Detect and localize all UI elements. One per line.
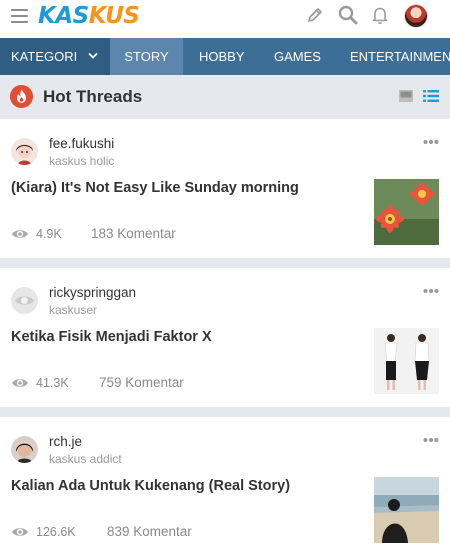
- thread-title[interactable]: (Kiara) It's Not Easy Like Sunday mornin…: [11, 179, 361, 198]
- thread-card[interactable]: fee.fukushi kaskus holic (Kiara) It's No…: [0, 119, 450, 258]
- thread-thumbnail[interactable]: [374, 328, 439, 394]
- thread-thumbnail[interactable]: [374, 477, 439, 543]
- author-rank: kaskus holic: [49, 154, 115, 168]
- section-title: Hot Threads: [43, 87, 143, 106]
- avatar[interactable]: [11, 287, 38, 314]
- thread-card[interactable]: rch.je kaskus addict Kalian Ada Untuk Ku…: [0, 417, 450, 556]
- avatar[interactable]: [11, 138, 38, 165]
- pencil-icon[interactable]: [304, 4, 326, 26]
- thread-author[interactable]: fee.fukushi: [49, 136, 114, 152]
- eye-icon: [12, 230, 28, 238]
- kategori-dropdown[interactable]: KATEGORI: [0, 38, 110, 75]
- thread-author[interactable]: rch.je: [49, 434, 82, 450]
- hamburger-menu-icon[interactable]: [11, 9, 28, 23]
- user-avatar[interactable]: [404, 4, 428, 28]
- category-nav: KATEGORI STORY HOBBY GAMES ENTERTAINMENT: [0, 38, 450, 75]
- thread-title[interactable]: Kalian Ada Untuk Kukenang (Real Story): [11, 477, 361, 496]
- tab-games[interactable]: GAMES: [274, 38, 321, 75]
- tab-hobby[interactable]: HOBBY: [199, 38, 245, 75]
- author-rank: kaskus addict: [49, 452, 122, 466]
- hot-threads-header: Hot Threads: [0, 75, 450, 119]
- more-options-icon[interactable]: [423, 435, 439, 445]
- chevron-down-icon: [88, 38, 98, 75]
- comment-count[interactable]: 839 Komentar: [107, 524, 192, 540]
- kaskus-logo[interactable]: KASKUS: [38, 3, 140, 29]
- tab-story[interactable]: STORY: [110, 38, 183, 75]
- author-rank: kaskuser: [49, 303, 98, 317]
- view-count: 41.3K: [36, 376, 69, 390]
- view-count: 126.6K: [36, 525, 76, 539]
- search-icon[interactable]: [337, 4, 359, 26]
- top-bar: KASKUS: [0, 0, 450, 38]
- comment-count[interactable]: 759 Komentar: [99, 375, 184, 391]
- thread-author[interactable]: rickyspringgan: [49, 285, 136, 301]
- list-view-icon[interactable]: [423, 89, 439, 103]
- avatar[interactable]: [11, 436, 38, 463]
- fire-icon: [10, 85, 33, 108]
- comment-count[interactable]: 183 Komentar: [91, 226, 176, 242]
- eye-icon: [12, 528, 28, 536]
- more-options-icon[interactable]: [423, 286, 439, 296]
- thread-thumbnail[interactable]: [374, 179, 439, 245]
- card-view-icon[interactable]: [398, 89, 414, 103]
- kategori-label: KATEGORI: [11, 49, 78, 64]
- eye-icon: [12, 379, 28, 387]
- bell-icon[interactable]: [369, 4, 391, 26]
- view-count: 4.9K: [36, 227, 62, 241]
- thread-card[interactable]: rickyspringgan kaskuser Ketika Fisik Men…: [0, 268, 450, 407]
- more-options-icon[interactable]: [423, 137, 439, 147]
- thread-title[interactable]: Ketika Fisik Menjadi Faktor X: [11, 328, 361, 347]
- tab-entertainment[interactable]: ENTERTAINMENT: [350, 38, 450, 75]
